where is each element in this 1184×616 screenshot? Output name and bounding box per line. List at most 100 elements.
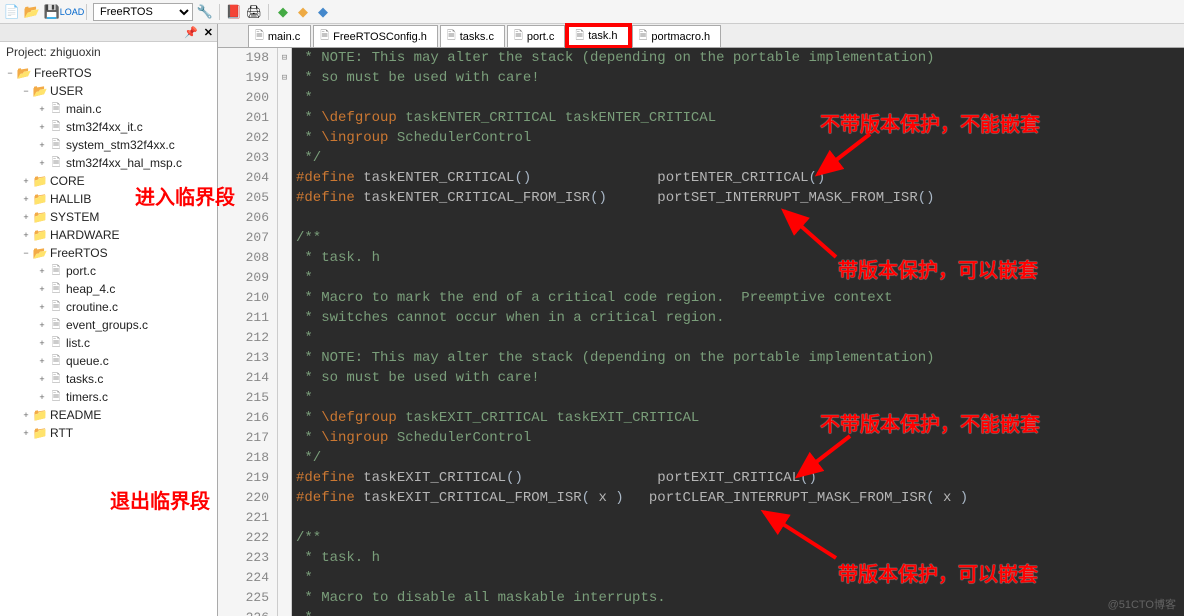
tool-icon-5[interactable]: 🔧 — [197, 4, 213, 20]
tree-row[interactable]: +🗎stm32f4xx_hal_msp.c — [0, 154, 217, 172]
code-line[interactable] — [296, 208, 1184, 228]
tree-toggle[interactable]: + — [36, 320, 48, 330]
line-number: 217 — [218, 428, 269, 448]
tree-toggle[interactable]: − — [4, 68, 16, 78]
tree-row[interactable]: −📂USER — [0, 82, 217, 100]
tree-toggle[interactable]: + — [36, 374, 48, 384]
code-line[interactable]: * NOTE: This may alter the stack (depend… — [296, 48, 1184, 68]
tree-row[interactable]: +🗎system_stm32f4xx.c — [0, 136, 217, 154]
tree-toggle[interactable]: + — [20, 176, 32, 186]
tree-row[interactable]: +🗎list.c — [0, 334, 217, 352]
target-select[interactable]: FreeRTOS — [93, 3, 193, 21]
tree-toggle[interactable]: + — [20, 410, 32, 420]
code-line[interactable]: #define taskENTER_CRITICAL_FROM_ISR() po… — [296, 188, 1184, 208]
tab-port-c[interactable]: 🗎port.c — [507, 25, 565, 47]
fold-marker[interactable]: ⊟ — [278, 48, 291, 68]
tree-row[interactable]: +📁CORE — [0, 172, 217, 190]
tree-row[interactable]: +📁SYSTEM — [0, 208, 217, 226]
code-line[interactable]: #define taskEXIT_CRITICAL_FROM_ISR( x ) … — [296, 488, 1184, 508]
code-line[interactable]: * — [296, 268, 1184, 288]
tool-icon-2[interactable]: 📂 — [24, 4, 40, 20]
tree-toggle[interactable]: + — [20, 194, 32, 204]
code-line[interactable]: * \ingroup SchedulerControl — [296, 128, 1184, 148]
tree-toggle[interactable]: + — [36, 266, 48, 276]
code-line[interactable]: * NOTE: This may alter the stack (depend… — [296, 348, 1184, 368]
pin-icon[interactable]: 📌 — [184, 26, 198, 39]
tool-icon-9[interactable]: ◆ — [295, 4, 311, 20]
fold-column[interactable]: ⊟⊟ — [278, 48, 292, 616]
code-line[interactable]: * \ingroup SchedulerControl — [296, 428, 1184, 448]
tool-icon-1[interactable]: 📄 — [4, 4, 20, 20]
tree-toggle[interactable]: + — [36, 158, 48, 168]
tree-row[interactable]: +🗎stm32f4xx_it.c — [0, 118, 217, 136]
tool-icon-7[interactable]: 🖨 — [246, 4, 262, 20]
tree-row[interactable]: +🗎heap_4.c — [0, 280, 217, 298]
tree-toggle[interactable]: + — [20, 428, 32, 438]
tab-portmacro-h[interactable]: 🗎portmacro.h — [632, 25, 722, 47]
tree-toggle[interactable]: + — [36, 338, 48, 348]
line-number: 223 — [218, 548, 269, 568]
code-line[interactable]: * Macro to disable all maskable interrup… — [296, 588, 1184, 608]
tree-row[interactable]: +🗎tasks.c — [0, 370, 217, 388]
tree-row[interactable]: +📁README — [0, 406, 217, 424]
code-line[interactable]: * \defgroup taskEXIT_CRITICAL taskEXIT_C… — [296, 408, 1184, 428]
tree-row[interactable]: +🗎queue.c — [0, 352, 217, 370]
tab-task-h[interactable]: 🗎task.h — [567, 25, 629, 47]
code-line[interactable]: * — [296, 328, 1184, 348]
tree-row[interactable]: −📂FreeRTOS — [0, 244, 217, 262]
fold-marker[interactable]: ⊟ — [278, 68, 291, 88]
code-line[interactable]: */ — [296, 448, 1184, 468]
code-line[interactable]: #define taskEXIT_CRITICAL() portEXIT_CRI… — [296, 468, 1184, 488]
tool-icon-3[interactable]: 💾 — [44, 4, 60, 20]
tree-toggle[interactable]: + — [20, 230, 32, 240]
tree-row[interactable]: +🗎croutine.c — [0, 298, 217, 316]
tree-toggle[interactable]: + — [36, 140, 48, 150]
code-line[interactable]: /** — [296, 228, 1184, 248]
tree-row[interactable]: +🗎event_groups.c — [0, 316, 217, 334]
tree-toggle[interactable]: + — [36, 392, 48, 402]
tab-main-c[interactable]: 🗎main.c — [248, 25, 311, 47]
code-line[interactable]: * — [296, 608, 1184, 616]
tool-icon-4[interactable]: LOAD — [64, 4, 80, 20]
tree-toggle[interactable]: + — [36, 284, 48, 294]
code-line[interactable]: /** — [296, 528, 1184, 548]
code-line[interactable]: * task. h — [296, 548, 1184, 568]
tree-row[interactable]: +📁HARDWARE — [0, 226, 217, 244]
code-line[interactable]: * — [296, 568, 1184, 588]
tool-icon-8[interactable]: ◆ — [275, 4, 291, 20]
tool-icon-10[interactable]: ◆ — [315, 4, 331, 20]
code-line[interactable]: * — [296, 88, 1184, 108]
code-line[interactable] — [296, 508, 1184, 528]
code-line[interactable]: * \defgroup taskENTER_CRITICAL taskENTER… — [296, 108, 1184, 128]
tree-toggle[interactable]: − — [20, 86, 32, 96]
tree-toggle[interactable]: + — [36, 356, 48, 366]
file-icon: 🗎 — [48, 388, 64, 407]
tab-FreeRTOSConfig-h[interactable]: 🗎FreeRTOSConfig.h — [313, 25, 438, 47]
code-line[interactable]: * Macro to mark the end of a critical co… — [296, 288, 1184, 308]
code-line[interactable]: * task. h — [296, 248, 1184, 268]
tree-row[interactable]: +🗎timers.c — [0, 388, 217, 406]
folder-icon: 📁 — [32, 210, 48, 224]
tree-row[interactable]: +🗎port.c — [0, 262, 217, 280]
tab-tasks-c[interactable]: 🗎tasks.c — [440, 25, 505, 47]
file-icon: 🗎 — [575, 27, 584, 46]
tree-toggle[interactable]: + — [20, 212, 32, 222]
tool-icon-6[interactable]: 📕 — [226, 4, 242, 20]
code-line[interactable]: * switches cannot occur when in a critic… — [296, 308, 1184, 328]
code-line[interactable]: * so must be used with care! — [296, 368, 1184, 388]
code-line[interactable]: * — [296, 388, 1184, 408]
tree-row[interactable]: +🗎main.c — [0, 100, 217, 118]
tree-row[interactable]: +📁HALLIB — [0, 190, 217, 208]
code-line[interactable]: */ — [296, 148, 1184, 168]
close-icon[interactable]: ✕ — [204, 26, 213, 39]
code-line[interactable]: #define taskENTER_CRITICAL() portENTER_C… — [296, 168, 1184, 188]
code-content[interactable]: * NOTE: This may alter the stack (depend… — [292, 48, 1184, 616]
tree-toggle[interactable]: + — [36, 104, 48, 114]
tree-row[interactable]: +📁RTT — [0, 424, 217, 442]
project-tree[interactable]: −📂FreeRTOS−📂USER+🗎main.c+🗎stm32f4xx_it.c… — [0, 62, 217, 616]
tree-toggle[interactable]: + — [36, 122, 48, 132]
tree-row[interactable]: −📂FreeRTOS — [0, 64, 217, 82]
tree-toggle[interactable]: − — [20, 248, 32, 258]
code-line[interactable]: * so must be used with care! — [296, 68, 1184, 88]
tree-toggle[interactable]: + — [36, 302, 48, 312]
